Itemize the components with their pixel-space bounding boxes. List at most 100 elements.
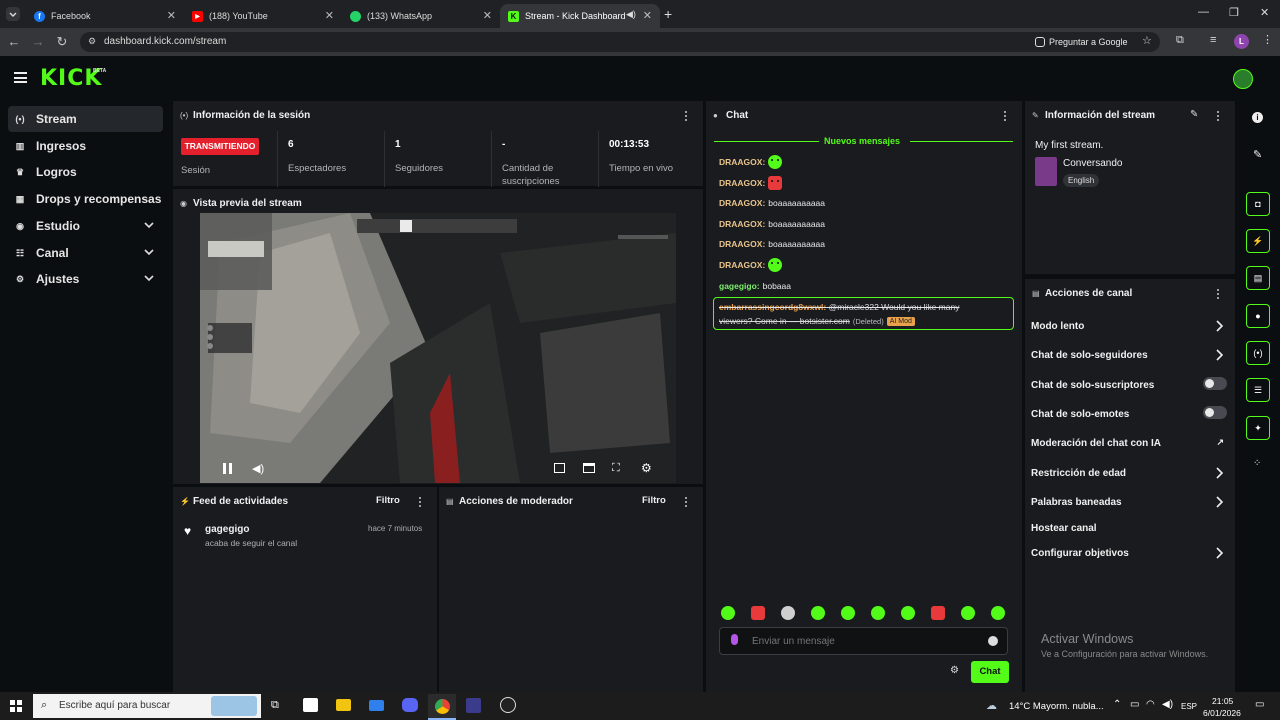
browser-menu-icon[interactable]: ⋮: [1262, 33, 1273, 46]
edit-icon[interactable]: ✎: [1190, 109, 1198, 120]
more-options-icon[interactable]: [1216, 289, 1220, 300]
back-icon[interactable]: ←: [6, 34, 22, 50]
action-row-host-channel[interactable]: Hostear canal: [1031, 523, 1227, 534]
chrome-icon[interactable]: [428, 694, 456, 720]
more-options-icon[interactable]: [1216, 111, 1220, 122]
fullscreen-icon[interactable]: ⛶: [612, 462, 620, 475]
address-bar[interactable]: ⚙ dashboard.kick.com/stream Preguntar a …: [80, 32, 1160, 52]
microphone-icon[interactable]: [731, 634, 738, 645]
reading-list-icon[interactable]: ≡: [1210, 34, 1216, 46]
emote-button[interactable]: [841, 606, 855, 620]
site-info-icon[interactable]: ⚙: [88, 36, 96, 47]
tab-youtube[interactable]: ▶ (188) YouTube ✕: [184, 4, 342, 28]
clock-date[interactable]: 6/01/2026: [1203, 708, 1241, 718]
new-tab-button[interactable]: +: [664, 6, 672, 22]
chat-input-box[interactable]: [719, 627, 1008, 655]
chat-username[interactable]: DRAAGOX:: [719, 260, 765, 270]
widgets-icon[interactable]: ⁘: [1253, 458, 1261, 469]
chat-username[interactable]: DRAAGOX:: [719, 198, 765, 208]
emote-button[interactable]: [751, 606, 765, 620]
chat-username[interactable]: embarrassingcordg8wxwl:: [719, 302, 826, 312]
tab-kick-dashboard[interactable]: K Stream - Kick Dashboard ◀) ✕: [500, 4, 660, 28]
emote-button[interactable]: [781, 606, 795, 620]
filter-button[interactable]: Filtro: [642, 495, 666, 506]
rail-document-button[interactable]: ▤: [1246, 266, 1270, 290]
action-row-age-restriction[interactable]: Restricción de edad: [1031, 467, 1227, 479]
emote-button[interactable]: [811, 606, 825, 620]
emoji-picker-icon[interactable]: [988, 636, 998, 646]
mail-icon[interactable]: [369, 700, 384, 711]
close-tab-icon[interactable]: ✕: [167, 9, 176, 22]
more-options-icon[interactable]: [684, 111, 688, 122]
tab-whatsapp[interactable]: (133) WhatsApp ✕: [342, 4, 500, 28]
file-explorer-icon[interactable]: [336, 699, 351, 711]
action-row-goals[interactable]: Configurar objetivos: [1031, 547, 1227, 559]
task-view-icon[interactable]: ⧉: [271, 699, 279, 712]
action-row-slow-mode[interactable]: Modo lento: [1031, 320, 1227, 332]
chat-username[interactable]: DRAAGOX:: [719, 178, 765, 188]
picture-in-picture-icon[interactable]: [554, 463, 565, 473]
emote-button[interactable]: [991, 606, 1005, 620]
rail-lightning-button[interactable]: ⚡: [1246, 229, 1270, 253]
emote-button[interactable]: [871, 606, 885, 620]
close-tab-icon[interactable]: ✕: [643, 9, 652, 22]
obs-icon[interactable]: [500, 697, 516, 713]
chat-settings-icon[interactable]: ⚙: [950, 665, 959, 676]
chat-username[interactable]: gagegigo:: [719, 281, 760, 291]
action-row-followers-only[interactable]: Chat de solo-seguidores: [1031, 349, 1227, 361]
emote-button[interactable]: [961, 606, 975, 620]
taskbar-search-box[interactable]: ⌕ Escribe aquí para buscar: [33, 694, 261, 718]
minimize-icon[interactable]: —: [1198, 6, 1209, 18]
forward-icon[interactable]: →: [30, 34, 46, 50]
rail-wrench-button[interactable]: ✦: [1246, 416, 1270, 440]
settings-icon[interactable]: ⚙: [641, 461, 652, 475]
kick-taskbar-icon[interactable]: [466, 698, 481, 713]
pause-button[interactable]: [223, 463, 233, 475]
emotes-only-toggle[interactable]: [1203, 406, 1227, 419]
chat-message-input[interactable]: [752, 633, 972, 649]
clock-time[interactable]: 21:05: [1212, 696, 1233, 706]
info-icon[interactable]: i: [1252, 112, 1263, 123]
rail-camera-button[interactable]: ◘: [1246, 192, 1270, 216]
discord-icon[interactable]: [402, 698, 418, 712]
emote-button[interactable]: [931, 606, 945, 620]
volume-icon[interactable]: ◀): [252, 462, 264, 475]
sidebar-item-canal[interactable]: ☷ Canal: [8, 240, 163, 266]
user-avatar[interactable]: [1233, 69, 1253, 89]
sidebar-item-ingresos[interactable]: ▥ Ingresos: [8, 133, 163, 159]
action-row-ai-moderation[interactable]: Moderación del chat con IA ↗: [1031, 437, 1227, 449]
emote-button[interactable]: [721, 606, 735, 620]
speaker-icon[interactable]: ◀): [1162, 699, 1173, 710]
chat-username[interactable]: DRAAGOX:: [719, 219, 765, 229]
windows-start-icon[interactable]: [10, 700, 22, 712]
sidebar-item-drops[interactable]: ▦ Drops y recompensas: [8, 186, 163, 212]
network-icon[interactable]: ▭: [1130, 699, 1139, 710]
profile-avatar[interactable]: L: [1234, 34, 1249, 49]
close-tab-icon[interactable]: ✕: [483, 9, 492, 22]
ask-google-button[interactable]: Preguntar a Google: [1035, 35, 1128, 49]
send-chat-button[interactable]: Chat: [971, 661, 1009, 683]
tab-search-button[interactable]: [6, 7, 20, 21]
extensions-icon[interactable]: ⧉: [1176, 34, 1184, 47]
microsoft-store-icon[interactable]: [303, 698, 318, 712]
emote-button[interactable]: [901, 606, 915, 620]
theater-mode-icon[interactable]: [583, 463, 595, 473]
close-tab-icon[interactable]: ✕: [325, 9, 334, 22]
sidebar-item-logros[interactable]: ♛ Logros: [8, 159, 163, 185]
category-name[interactable]: Conversando: [1063, 158, 1122, 169]
audio-playing-icon[interactable]: ◀): [626, 9, 636, 20]
notification-icon[interactable]: ▭: [1255, 699, 1264, 710]
bookmark-star-icon[interactable]: ☆: [1142, 34, 1152, 47]
sidebar-item-estudio[interactable]: ◉ Estudio: [8, 213, 163, 239]
edit-layout-icon[interactable]: ✎: [1253, 148, 1262, 161]
more-options-icon[interactable]: [684, 497, 688, 508]
filter-button[interactable]: Filtro: [376, 495, 400, 506]
action-row-banned-words[interactable]: Palabras baneadas: [1031, 496, 1227, 508]
more-options-icon[interactable]: [418, 497, 422, 508]
chat-username[interactable]: DRAAGOX:: [719, 239, 765, 249]
more-options-icon[interactable]: [1003, 111, 1007, 122]
reload-icon[interactable]: ↻: [54, 34, 70, 50]
sidebar-item-ajustes[interactable]: ⚙ Ajustes: [8, 266, 163, 292]
restore-icon[interactable]: ❐: [1229, 6, 1239, 19]
tab-facebook[interactable]: f Facebook ✕: [26, 4, 184, 28]
